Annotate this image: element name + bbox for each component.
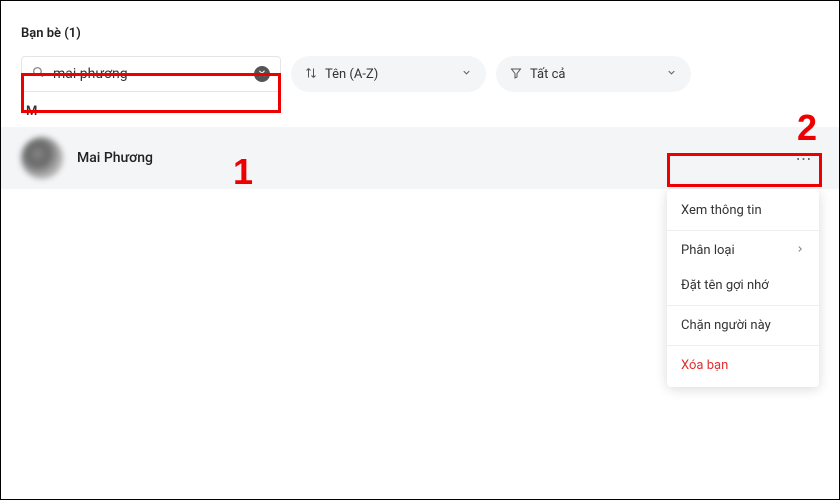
- filter-icon: [510, 67, 522, 82]
- more-icon: ⋯: [796, 149, 813, 168]
- friend-row[interactable]: Mai Phương ⋯: [1, 127, 839, 189]
- more-button[interactable]: ⋯: [789, 144, 819, 172]
- menu-item-nickname[interactable]: Đặt tên gợi nhớ: [667, 268, 819, 303]
- section-letter: M: [1, 92, 839, 127]
- friend-name: Mai Phương: [77, 150, 789, 166]
- search-input[interactable]: [53, 66, 254, 82]
- menu-divider: [667, 230, 819, 231]
- menu-item-view-info[interactable]: Xem thông tin: [667, 193, 819, 228]
- search-box[interactable]: ✕: [21, 56, 281, 92]
- menu-item-categorize[interactable]: Phân loại: [667, 233, 819, 268]
- controls-row: ✕ Tên (A-Z) Tất cả: [1, 56, 839, 92]
- clear-icon[interactable]: ✕: [254, 66, 270, 82]
- sort-dropdown[interactable]: Tên (A-Z): [291, 56, 486, 92]
- menu-item-unfriend[interactable]: Xóa bạn: [667, 348, 819, 383]
- menu-item-label: Phân loại: [681, 243, 735, 258]
- chevron-down-icon: [461, 67, 472, 81]
- chevron-down-icon: [666, 67, 677, 81]
- page-title: Bạn bè (1): [1, 1, 839, 56]
- filter-label: Tất cả: [530, 67, 565, 82]
- menu-item-block[interactable]: Chặn người này: [667, 308, 819, 343]
- menu-divider: [667, 345, 819, 346]
- menu-item-label: Xem thông tin: [681, 203, 762, 218]
- menu-item-label: Xóa bạn: [681, 358, 728, 373]
- sort-label: Tên (A-Z): [325, 67, 378, 82]
- menu-item-label: Đặt tên gợi nhớ: [681, 278, 769, 293]
- sort-icon: [305, 67, 317, 82]
- menu-item-label: Chặn người này: [681, 318, 771, 333]
- chevron-right-icon: [795, 244, 805, 257]
- context-menu: Xem thông tin Phân loại Đặt tên gợi nhớ …: [667, 189, 819, 387]
- filter-dropdown[interactable]: Tất cả: [496, 56, 691, 92]
- search-icon: [32, 66, 45, 83]
- avatar: [21, 137, 63, 179]
- menu-divider: [667, 305, 819, 306]
